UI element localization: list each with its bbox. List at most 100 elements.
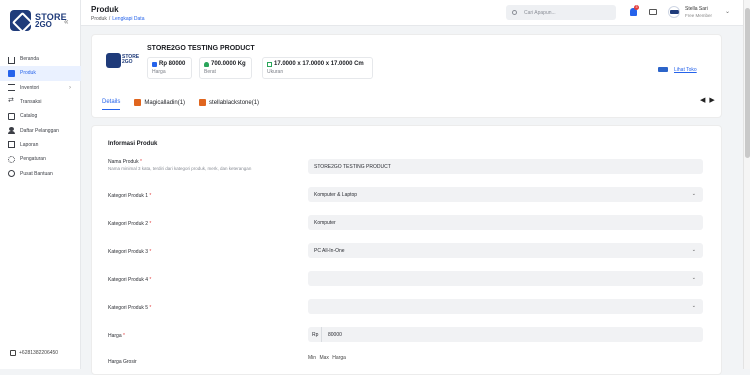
sidebar-item-label: Pusat Bantuan xyxy=(20,170,53,177)
sidebar-item-transaksi[interactable]: Transaksi xyxy=(0,95,81,109)
harga-label-text: Harga xyxy=(108,333,122,339)
user-name[interactable]: Stella Sari xyxy=(685,6,708,12)
kategori-2-value: Komputer xyxy=(314,219,336,226)
breadcrumb: Produk / Lengkapi Data xyxy=(91,16,144,22)
stat-harga-value: Rp 80000 xyxy=(159,61,186,67)
avatar[interactable] xyxy=(668,6,680,18)
kategori-1-label: Kategori Produk 1 * xyxy=(108,193,151,199)
search-input[interactable]: Cari Apapun... xyxy=(506,5,616,20)
currency-prefix: Rp xyxy=(308,327,322,342)
tab-label: stellablackstone(1) xyxy=(209,99,260,106)
tab-magicalladin[interactable]: Magicalladin(1) xyxy=(134,99,185,110)
product-image-text: STORE 2GO xyxy=(122,55,139,65)
kategori-4-label-text: Kategori Produk 4 xyxy=(108,277,149,283)
kategori-4-label: Kategori Produk 4 * xyxy=(108,277,151,283)
tab-details[interactable]: Details xyxy=(102,99,121,110)
chevron-right-icon: › xyxy=(69,84,71,91)
harga-value: 80000 xyxy=(328,331,342,338)
sidebar-item-laporan[interactable]: Laporan xyxy=(0,138,81,152)
store2go-logo[interactable]: STORE 2GO xyxy=(10,10,67,31)
sidebar-item-pengaturan[interactable]: Pengaturan xyxy=(0,152,81,166)
required-mark: * xyxy=(149,277,152,283)
lihat-toko-link[interactable]: Lihat Toko xyxy=(674,67,697,73)
required-mark: * xyxy=(149,193,152,199)
transaction-icon xyxy=(8,96,15,106)
phone-contact[interactable]: +6281382206450 xyxy=(10,350,58,356)
chevron-down-icon: ⌄ xyxy=(691,191,696,197)
kategori-5-label-text: Kategori Produk 5 xyxy=(108,305,149,311)
sidebar-item-label: Beranda xyxy=(20,56,39,63)
sidebar-item-catalog[interactable]: Catalog xyxy=(0,109,81,123)
stat-berat-label: Berat xyxy=(204,69,216,75)
sidebar-item-label: Pengaturan xyxy=(20,156,46,163)
tab-stellablackstone[interactable]: stellablackstone(1) xyxy=(199,99,259,110)
inbox-icon[interactable] xyxy=(649,9,657,15)
topbar: Produk Produk / Lengkapi Data Cari Apapun.… xyxy=(81,0,743,26)
kategori-4-select[interactable]: ⌄ xyxy=(308,271,703,286)
kategori-3-select[interactable]: PC All-In-One ⌄ xyxy=(308,243,703,258)
tab-scroll-arrows: ◀▶ xyxy=(700,96,719,104)
kategori-3-label: Kategori Produk 3 * xyxy=(108,249,151,255)
stat-harga-label: Harga xyxy=(152,69,166,75)
sidebar-item-pusat-bantuan[interactable]: Pusat Bantuan xyxy=(0,166,81,180)
kategori-3-label-text: Kategori Produk 3 xyxy=(108,249,149,255)
help-icon xyxy=(8,170,15,178)
sidebar: STORE 2GO « Beranda Produk Inventori › Tr… xyxy=(0,0,81,369)
sidebar-nav: Beranda Produk Inventori › Transaksi Cata… xyxy=(0,52,81,181)
required-mark: * xyxy=(139,159,142,165)
weight-icon xyxy=(204,61,209,67)
chevron-down-icon: ⌄ xyxy=(691,303,696,309)
product-info-form: Informasi Produk Nama Produk * Nama mini… xyxy=(91,125,722,375)
kategori-2-select[interactable]: Komputer xyxy=(308,215,703,230)
nama-produk-input[interactable]: STORE2GO TESTING PRODUCT xyxy=(308,159,703,174)
chevrons-left-icon[interactable]: « xyxy=(64,17,68,26)
sidebar-item-label: Produk xyxy=(20,70,36,77)
sidebar-item-label: Laporan xyxy=(20,141,39,148)
price-tag-icon xyxy=(152,61,157,67)
phone-number: +6281382206450 xyxy=(19,350,59,356)
stat-ukuran: 17.0000 x 17.0000 x 17.0000 Cm Ukuran xyxy=(262,57,373,79)
sidebar-item-produk[interactable]: Produk xyxy=(0,66,81,81)
report-icon xyxy=(8,141,15,149)
product-image-text-2: 2GO xyxy=(122,59,133,65)
arrow-left-icon[interactable]: ◀ xyxy=(700,97,709,104)
sidebar-item-daftar-pelanggan[interactable]: Daftar Pelanggan xyxy=(0,123,81,137)
sidebar-item-beranda[interactable]: Beranda xyxy=(0,52,81,66)
nama-produk-hint: Nama minimal 3 kata, terdiri dari katego… xyxy=(108,166,252,171)
kategori-5-select[interactable]: ⌄ xyxy=(308,299,703,314)
search-icon xyxy=(512,10,517,15)
required-mark: * xyxy=(149,249,152,255)
logo-text-line2: 2GO xyxy=(35,19,52,29)
nama-produk-label-text: Nama Produk xyxy=(108,159,139,165)
kategori-5-label: Kategori Produk 5 * xyxy=(108,305,151,311)
store-icon xyxy=(658,67,668,72)
stat-harga: Rp 80000 Harga xyxy=(147,57,192,79)
scrollbar-thumb[interactable] xyxy=(745,8,750,158)
user-role: Free Member xyxy=(685,13,713,18)
sidebar-item-label: Catalog xyxy=(20,113,38,120)
stat-berat: 700.0000 Kg Berat xyxy=(199,57,252,79)
breadcrumb-item-produk[interactable]: Produk xyxy=(91,16,107,22)
tab-label: Magicalladin(1) xyxy=(144,99,186,106)
tag-icon xyxy=(8,112,15,120)
arrow-right-icon[interactable]: ▶ xyxy=(709,97,718,104)
kategori-2-label-text: Kategori Produk 2 xyxy=(108,221,149,227)
breadcrumb-separator: / xyxy=(108,16,111,22)
section-title: Informasi Produk xyxy=(108,141,158,147)
stat-ukuran-value: 17.0000 x 17.0000 x 17.0000 Cm xyxy=(274,61,364,67)
shop-icon xyxy=(134,99,142,106)
harga-input[interactable]: Rp 80000 xyxy=(308,327,703,342)
grosir-columns: Min Max Harga xyxy=(308,355,346,361)
page-scrollbar[interactable] xyxy=(743,0,750,369)
product-name: STORE2GO TESTING PRODUCT xyxy=(147,45,255,52)
kategori-1-value: Komputer & Laptop xyxy=(314,191,358,198)
notification-badge: 3 xyxy=(634,5,639,10)
sidebar-item-inventori[interactable]: Inventori › xyxy=(0,81,81,95)
users-icon xyxy=(8,127,15,135)
kategori-1-select[interactable]: Komputer & Laptop ⌄ xyxy=(308,187,703,202)
product-image xyxy=(106,53,121,68)
chevron-down-icon[interactable]: ⌄ xyxy=(725,8,730,15)
kategori-3-value: PC All-In-One xyxy=(314,247,345,254)
stat-ukuran-label: Ukuran xyxy=(267,69,284,75)
logo-mark-icon xyxy=(10,10,31,31)
